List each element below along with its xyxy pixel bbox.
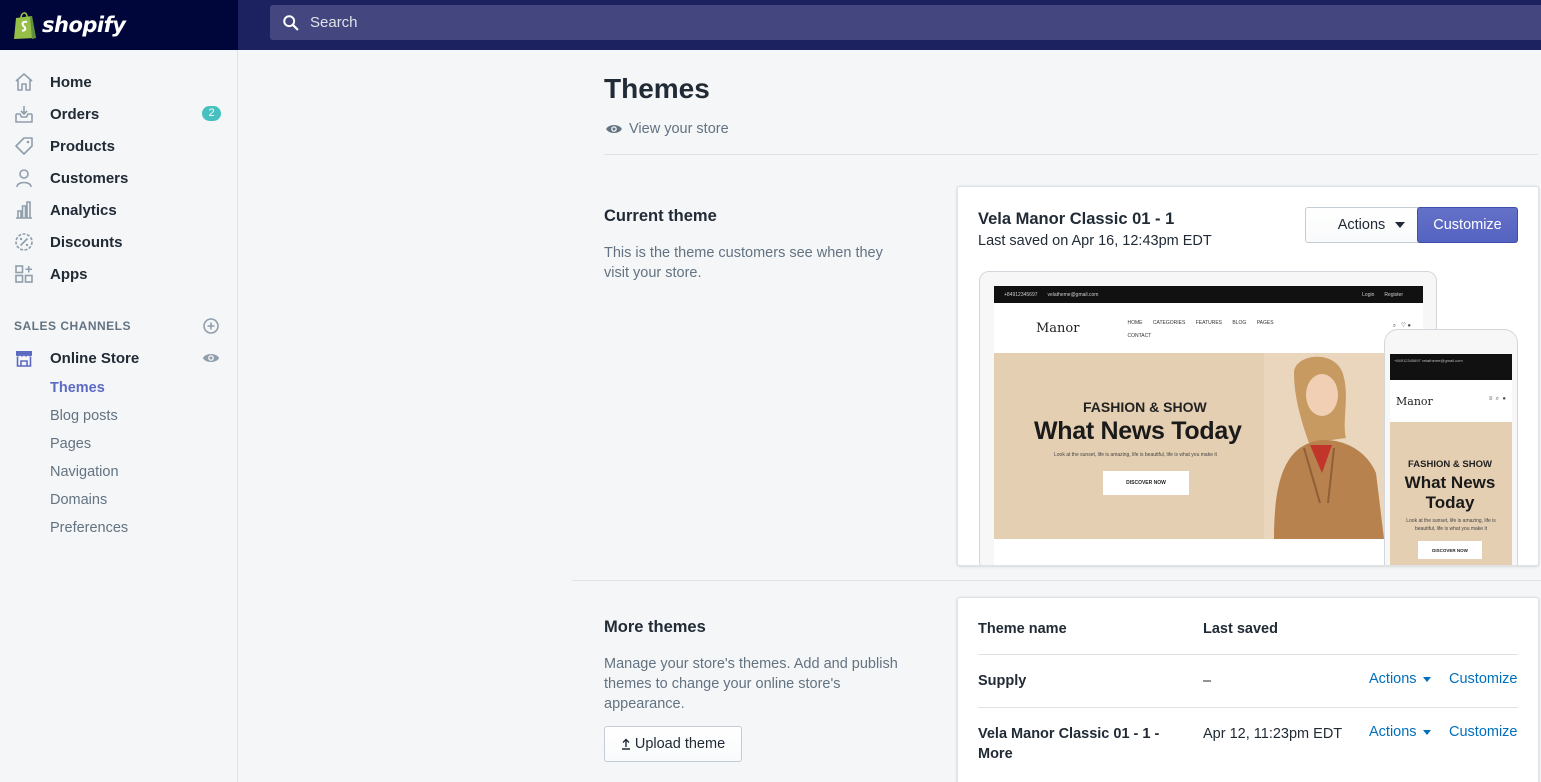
current-theme-last-saved: Last saved on Apr 16, 12:43pm EDT — [978, 233, 1212, 249]
search-bar[interactable] — [270, 5, 1541, 40]
column-header-last-saved: Last saved — [1203, 621, 1278, 637]
sidebar: Home Orders 2 Products Customers Analyti… — [0, 50, 238, 782]
current-theme-card: Vela Manor Classic 01 - 1 Last saved on … — [957, 186, 1539, 566]
view-store-link[interactable]: View your store — [605, 121, 729, 137]
sidebar-item-home[interactable]: Home — [0, 66, 237, 98]
preview-logo: Manor — [1036, 321, 1080, 336]
caret-down-icon — [1395, 222, 1406, 228]
upload-icon — [621, 738, 630, 750]
sidebar-sub-navigation[interactable]: Navigation — [50, 464, 119, 480]
upload-theme-button[interactable]: Upload theme — [604, 726, 742, 762]
desktop-preview: +84912345697 velatheme@gmail.com Login R… — [979, 271, 1437, 565]
more-themes-heading: More themes — [604, 618, 706, 636]
sidebar-sub-blog-posts[interactable]: Blog posts — [50, 408, 118, 424]
brand-name: shopify — [42, 13, 126, 37]
more-themes-description: Manage your store's themes. Add and publ… — [604, 656, 898, 712]
sidebar-item-apps[interactable]: Apps — [0, 258, 237, 290]
theme-row-name: Vela Manor Classic 01 - 1 - More — [978, 726, 1160, 762]
section-divider — [572, 580, 1541, 581]
add-sales-channel-icon[interactable] — [202, 317, 220, 335]
row-actions-link[interactable]: Actions — [1369, 671, 1431, 687]
sidebar-sub-themes[interactable]: Themes — [50, 380, 105, 396]
home-icon — [14, 72, 34, 92]
row-customize-link[interactable]: Customize — [1449, 671, 1518, 687]
sidebar-item-customers[interactable]: Customers — [0, 162, 237, 194]
current-theme-heading: Current theme — [604, 207, 717, 225]
apps-icon — [14, 264, 34, 284]
orders-icon — [14, 104, 34, 124]
preview-nav: Manor HOME CATEGORIES FEATURES BLOG PAGE… — [994, 303, 1423, 353]
bar-chart-icon — [14, 200, 34, 220]
preview-hero: FASHION & SHOW What News Today Look at t… — [994, 353, 1423, 539]
view-online-store-eye-icon[interactable] — [202, 350, 220, 366]
mobile-preview-screen: +84912345697 velatheme@gmail.com Manor ≡… — [1390, 354, 1512, 565]
page-title: Themes — [604, 73, 710, 104]
sales-channels-heading: SALES CHANNELS — [14, 319, 132, 333]
theme-row-name: Supply — [978, 673, 1027, 689]
caret-down-icon — [1422, 676, 1431, 682]
person-icon — [14, 168, 34, 188]
discount-icon — [14, 232, 34, 252]
sidebar-sub-pages[interactable]: Pages — [50, 436, 91, 452]
search-icon — [283, 14, 299, 30]
row-customize-link[interactable]: Customize — [1449, 724, 1518, 740]
current-theme-description: This is the theme customers see when the… — [604, 245, 883, 281]
caret-down-icon — [1422, 729, 1431, 735]
mobile-preview: +84912345697 velatheme@gmail.com Manor ≡… — [1384, 329, 1518, 565]
eye-icon — [606, 125, 622, 133]
sidebar-item-orders[interactable]: Orders 2 — [0, 98, 237, 130]
top-bar: shopify — [0, 0, 1541, 50]
sidebar-item-discounts[interactable]: Discounts — [0, 226, 237, 258]
more-themes-card: Theme name Last saved Supply – Actions C… — [957, 597, 1539, 782]
sidebar-item-products[interactable]: Products — [0, 130, 237, 162]
preview-topbar: +84912345697 velatheme@gmail.com Login R… — [994, 286, 1423, 303]
sidebar-item-analytics[interactable]: Analytics — [0, 194, 237, 226]
column-header-theme-name: Theme name — [978, 621, 1067, 637]
orders-count-badge: 2 — [202, 106, 221, 121]
current-theme-name: Vela Manor Classic 01 - 1 — [978, 210, 1175, 228]
preview-menu: HOME CATEGORIES FEATURES BLOG PAGES CONT… — [1127, 320, 1274, 339]
sidebar-sub-domains[interactable]: Domains — [50, 492, 107, 508]
model-photo — [1264, 353, 1384, 539]
store-icon — [14, 348, 34, 368]
theme-row-last-saved: – — [1203, 673, 1212, 689]
sidebar-sub-preferences[interactable]: Preferences — [50, 520, 128, 536]
theme-preview[interactable]: +84912345697 velatheme@gmail.com Login R… — [979, 271, 1537, 565]
mobile-preview-menu-icon: ≡ ⌕ ● — [1488, 396, 1506, 402]
shopify-logo[interactable]: shopify — [0, 0, 238, 50]
search-input[interactable] — [310, 14, 910, 31]
shopify-bag-icon — [14, 12, 36, 39]
theme-row-last-saved: Apr 12, 11:23pm EDT — [1203, 726, 1343, 742]
row-actions-link[interactable]: Actions — [1369, 724, 1431, 740]
desktop-preview-screen: +84912345697 velatheme@gmail.com Login R… — [994, 286, 1423, 565]
current-theme-customize-button[interactable]: Customize — [1417, 207, 1518, 243]
header-divider — [604, 154, 1538, 155]
tag-icon — [14, 136, 34, 156]
